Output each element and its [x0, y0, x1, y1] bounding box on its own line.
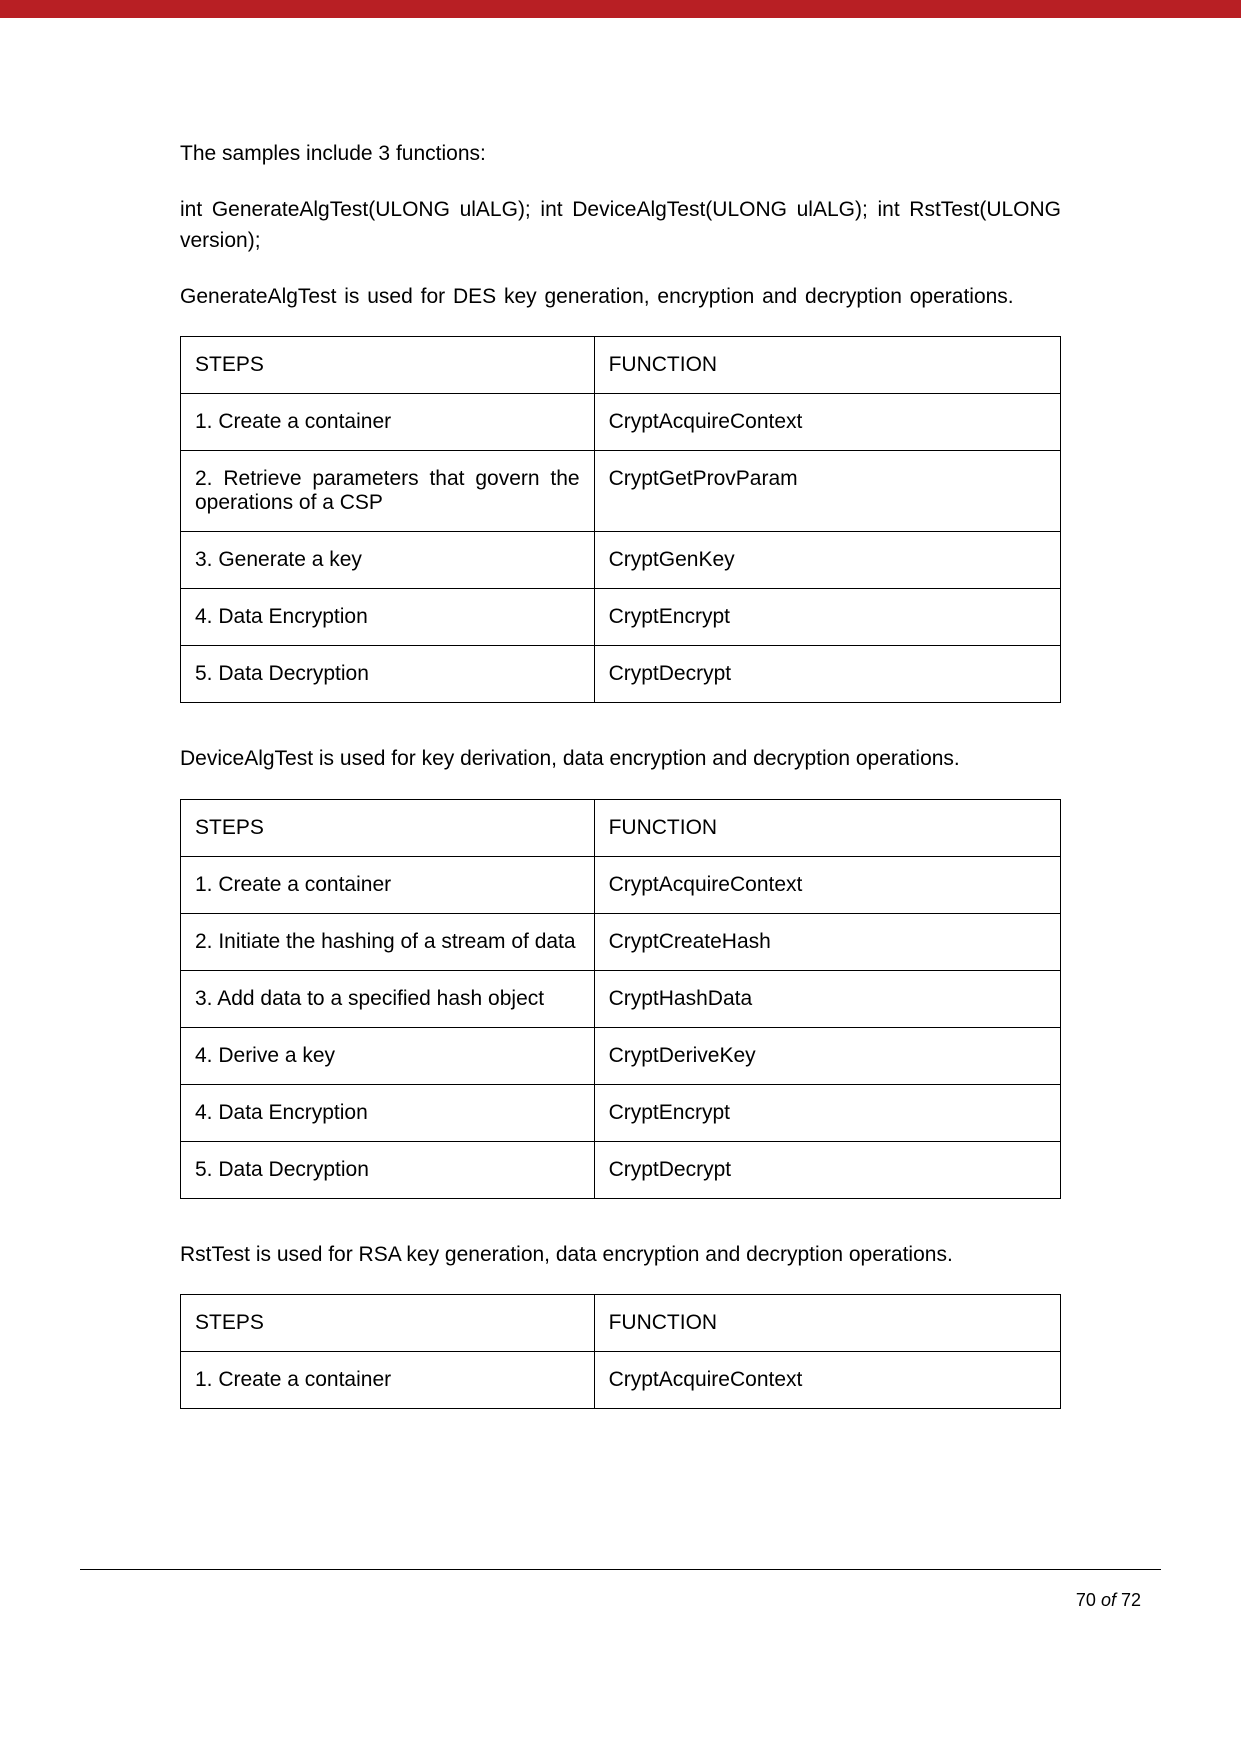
function-cell: CryptEncrypt [594, 1084, 1060, 1141]
function-cell: CryptHashData [594, 970, 1060, 1027]
function-cell: CryptAcquireContext [594, 394, 1060, 451]
step-cell: 4. Derive a key [181, 1027, 595, 1084]
page-number-total: 72 [1121, 1590, 1141, 1610]
table-row: 4. Data Encryption CryptEncrypt [181, 1084, 1061, 1141]
device-alg-table: STEPS FUNCTION 1. Create a container Cry… [180, 799, 1061, 1199]
function-header: FUNCTION [594, 1295, 1060, 1352]
steps-header: STEPS [181, 1295, 595, 1352]
step-cell: 1. Create a container [181, 1352, 595, 1409]
step-cell: 2. Retrieve parameters that govern the o… [181, 451, 595, 532]
table-header-row: STEPS FUNCTION [181, 799, 1061, 856]
step-cell: 1. Create a container [181, 856, 595, 913]
function-header: FUNCTION [594, 799, 1060, 856]
table-row: 2. Initiate the hashing of a stream of d… [181, 913, 1061, 970]
table-row: 1. Create a container CryptAcquireContex… [181, 856, 1061, 913]
page-content: The samples include 3 functions: int Gen… [0, 18, 1241, 1509]
step-cell: 1. Create a container [181, 394, 595, 451]
function-cell: CryptGenKey [594, 532, 1060, 589]
step-cell: 2. Initiate the hashing of a stream of d… [181, 913, 595, 970]
intro-paragraph-1: The samples include 3 functions: [180, 138, 1061, 170]
step-cell: 3. Add data to a specified hash object [181, 970, 595, 1027]
step-cell: 4. Data Encryption [181, 1084, 595, 1141]
table-row: 2. Retrieve parameters that govern the o… [181, 451, 1061, 532]
steps-header: STEPS [181, 799, 595, 856]
function-header: FUNCTION [594, 337, 1060, 394]
table-row: 4. Data Encryption CryptEncrypt [181, 589, 1061, 646]
function-cell: CryptDeriveKey [594, 1027, 1060, 1084]
table-row: 3. Generate a key CryptGenKey [181, 532, 1061, 589]
step-cell: 5. Data Decryption [181, 1141, 595, 1198]
function-signatures: int GenerateAlgTest(ULONG ulALG); int De… [180, 194, 1061, 257]
page-footer: 70 of 72 [80, 1569, 1161, 1651]
table-header-row: STEPS FUNCTION [181, 1295, 1061, 1352]
function-cell: CryptCreateHash [594, 913, 1060, 970]
table-row: 5. Data Decryption CryptDecrypt [181, 646, 1061, 703]
generate-alg-table: STEPS FUNCTION 1. Create a container Cry… [180, 336, 1061, 703]
device-alg-description: DeviceAlgTest is used for key derivation… [180, 743, 1061, 775]
generate-alg-description: GenerateAlgTest is used for DES key gene… [180, 281, 1061, 313]
function-cell: CryptDecrypt [594, 1141, 1060, 1198]
step-cell: 4. Data Encryption [181, 589, 595, 646]
table-row: 5. Data Decryption CryptDecrypt [181, 1141, 1061, 1198]
table-row: 4. Derive a key CryptDeriveKey [181, 1027, 1061, 1084]
table-row: 1. Create a container CryptAcquireContex… [181, 394, 1061, 451]
table-row: 3. Add data to a specified hash object C… [181, 970, 1061, 1027]
step-cell: 3. Generate a key [181, 532, 595, 589]
rst-test-table: STEPS FUNCTION 1. Create a container Cry… [180, 1294, 1061, 1409]
header-accent-bar [0, 0, 1241, 18]
rst-test-description: RstTest is used for RSA key generation, … [180, 1239, 1061, 1271]
table-row: 1. Create a container CryptAcquireContex… [181, 1352, 1061, 1409]
page-number-current: 70 [1076, 1590, 1096, 1610]
function-cell: CryptAcquireContext [594, 856, 1060, 913]
function-cell: CryptGetProvParam [594, 451, 1060, 532]
function-cell: CryptEncrypt [594, 589, 1060, 646]
function-cell: CryptAcquireContext [594, 1352, 1060, 1409]
function-cell: CryptDecrypt [594, 646, 1060, 703]
steps-header: STEPS [181, 337, 595, 394]
step-cell: 5. Data Decryption [181, 646, 595, 703]
table-header-row: STEPS FUNCTION [181, 337, 1061, 394]
page-number-of: of [1101, 1590, 1116, 1610]
